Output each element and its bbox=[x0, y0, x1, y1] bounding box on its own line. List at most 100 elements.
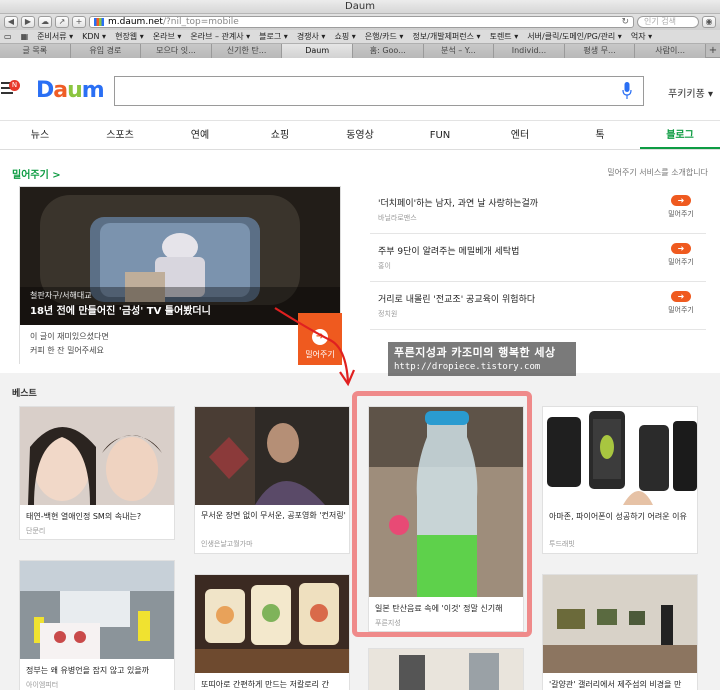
browser-tab[interactable]: Daum bbox=[282, 44, 353, 58]
browser-search-input[interactable]: 인기 검색 bbox=[637, 16, 699, 28]
arrow-right-icon: ➜ bbox=[671, 195, 691, 206]
browser-tab[interactable]: 모으다 잇... bbox=[141, 44, 212, 58]
logo-letter-a: a bbox=[53, 78, 68, 103]
reload-icon[interactable]: ↻ bbox=[621, 17, 629, 27]
browser-tab[interactable]: 유입 경로 bbox=[70, 44, 142, 58]
best-card[interactable]: 무서운 장면 없이 무서운, 공포영화 '컨저링' 인생은날고월가마 bbox=[194, 406, 350, 554]
browser-tab[interactable]: 글 목록 bbox=[0, 44, 71, 58]
push-item-button-label: 밀어주기 bbox=[668, 210, 694, 218]
browser-tab[interactable]: Individ... bbox=[494, 44, 565, 58]
card-title: 아마존, 파이어폰이 성공하기 어려운 이유 bbox=[549, 512, 687, 521]
card-title: 정부는 왜 유병언을 잡지 않고 있을까 bbox=[26, 666, 150, 675]
microphone-icon[interactable] bbox=[622, 82, 632, 100]
card-image bbox=[20, 561, 174, 659]
push-item-source: 홍이 bbox=[378, 262, 391, 270]
bookmark-item[interactable]: 온라브 – 관계사 ▾ bbox=[190, 31, 250, 42]
push-item-title[interactable]: 주부 9단이 알려주는 메밀베개 세탁법 bbox=[378, 244, 519, 257]
icloud-tabs-icon[interactable]: ☁ bbox=[38, 16, 52, 28]
address-bar[interactable]: m.daum.net/?nil_top=mobile ↻ bbox=[89, 16, 634, 28]
card-image bbox=[543, 575, 697, 673]
content-area: 밀어주기 > 밀어주기 서비스를 소개합니다 철판자구/서해대교 18년 전에 … bbox=[0, 150, 720, 690]
push-item-button[interactable]: ➜ 밀어주기 bbox=[666, 243, 696, 267]
logo-letter-m: m bbox=[81, 78, 105, 103]
card-image bbox=[20, 407, 174, 505]
push-item-source: 바닐라로맨스 bbox=[378, 214, 417, 222]
back-button[interactable]: ◀ bbox=[4, 16, 18, 28]
nav-tab[interactable]: FUN bbox=[400, 121, 480, 149]
daum-search-input[interactable] bbox=[114, 76, 644, 106]
push-list-item[interactable]: 주부 9단이 알려주는 메밀베개 세탁법홍이 ➜ 밀어주기 bbox=[370, 234, 706, 282]
add-tab-icon[interactable]: + bbox=[706, 44, 720, 57]
bookmark-item[interactable]: 온라브 ▾ bbox=[153, 31, 182, 42]
push-item-source: 정치원 bbox=[378, 310, 398, 318]
notification-badge: N bbox=[9, 80, 20, 91]
feature-push-text-2: 커피 한 잔 밀어주세요 bbox=[30, 346, 104, 355]
best-card[interactable]: 아마존, 파이어폰이 성공하기 어려운 이유 투드래빗 bbox=[542, 406, 698, 554]
push-item-button-label: 밀어주기 bbox=[668, 258, 694, 266]
push-item-button[interactable]: ➜ 밀어주기 bbox=[666, 291, 696, 315]
best-card[interactable] bbox=[368, 648, 524, 690]
push-item-button-label: 밀어주기 bbox=[668, 306, 694, 314]
blog-watermark: 푸른지성과 카조미의 행복한 세상 http://dropiece.tistor… bbox=[388, 342, 576, 376]
best-card[interactable]: '갈양관' 갤러리에서 제주섬의 비경을 만 bbox=[542, 574, 698, 690]
bookmark-item[interactable]: 준비서류 ▾ bbox=[37, 31, 73, 42]
user-menu[interactable]: 푸키키퐁 ▾ bbox=[668, 85, 713, 100]
browser-tab[interactable]: 분석 – Y... bbox=[423, 44, 495, 58]
card-source: 단문리 bbox=[26, 527, 46, 535]
url-path: /?nil_top=mobile bbox=[162, 17, 239, 27]
best-section-title: 베스트 bbox=[12, 389, 37, 399]
nav-tab[interactable]: 블로그 bbox=[640, 121, 720, 149]
bookmark-item[interactable]: 정보/개발제퍼런스 ▾ bbox=[412, 31, 480, 42]
browser-tab[interactable]: 평생 무... bbox=[564, 44, 636, 58]
daum-page: N Daum 푸키키퐁 ▾ 뉴스 스포츠 연예 쇼핑 동영상 FUN 엔터 톡 블로그 밀어주기… bbox=[0, 58, 720, 690]
nav-tab[interactable]: 톡 bbox=[560, 121, 640, 149]
new-tab-button[interactable]: + bbox=[72, 16, 86, 28]
daum-logo[interactable]: Daum bbox=[36, 78, 105, 103]
push-item-title[interactable]: 거리로 내몰린 '전교조' 공교육이 위험하다 bbox=[378, 292, 535, 305]
site-favicon-icon bbox=[94, 18, 104, 26]
bookmark-item[interactable]: 경쟁사 ▾ bbox=[297, 31, 326, 42]
feature-headline[interactable]: 18년 전에 만들어진 '금성' TV 틀어봤더니 bbox=[30, 302, 211, 317]
card-title: 또띠아로 간편하게 만드는 저칼로리 간 bbox=[201, 680, 329, 689]
push-item-title[interactable]: '더치페이'하는 남자, 과연 날 사랑하는걸까 bbox=[378, 196, 538, 209]
forward-button[interactable]: ▶ bbox=[21, 16, 35, 28]
bookmark-item[interactable]: 억자 ▾ bbox=[631, 31, 652, 42]
bookmark-item[interactable]: ▦ bbox=[21, 32, 29, 41]
card-source: 투드래빗 bbox=[549, 540, 575, 548]
arrow-right-icon: ➜ bbox=[671, 243, 691, 254]
push-list-item[interactable]: '더치페이'하는 남자, 과연 날 사랑하는걸까바닐라로맨스 ➜ 밀어주기 bbox=[370, 186, 706, 234]
browser-tab[interactable]: 홈: Goo... bbox=[352, 44, 424, 58]
best-card[interactable]: 또띠아로 간편하게 만드는 저칼로리 간 bbox=[194, 574, 350, 690]
card-source: 아이엠피터 bbox=[26, 681, 59, 689]
nav-tab[interactable]: 엔터 bbox=[480, 121, 560, 149]
push-section-title[interactable]: 밀어주기 > bbox=[12, 166, 61, 181]
nav-tab[interactable]: 동영상 bbox=[320, 121, 400, 149]
push-item-button[interactable]: ➜ 밀어주기 bbox=[666, 195, 696, 219]
bookmark-item[interactable]: 토렌트 ▾ bbox=[490, 31, 519, 42]
window-titlebar: Daum bbox=[0, 0, 720, 14]
nav-tab[interactable]: 스포츠 bbox=[80, 121, 160, 149]
logo-letter-u: u bbox=[67, 78, 83, 103]
best-card[interactable]: 정부는 왜 유병언을 잡지 않고 있을까 아이엠피터 bbox=[19, 560, 175, 690]
push-intro-link[interactable]: 밀어주기 서비스를 소개합니다 bbox=[607, 167, 708, 178]
nav-tab[interactable]: 연예 bbox=[160, 121, 240, 149]
share-button[interactable]: ↗ bbox=[55, 16, 69, 28]
nav-tab[interactable]: 쇼핑 bbox=[240, 121, 320, 149]
browser-tab[interactable]: 신기한 탄... bbox=[211, 44, 283, 58]
profile-icon[interactable]: ◉ bbox=[702, 16, 716, 28]
bookmark-item[interactable]: 블로그 ▾ bbox=[259, 31, 288, 42]
bookmark-item[interactable]: ▭ bbox=[4, 32, 12, 41]
bookmark-item[interactable]: 은행/카드 ▾ bbox=[365, 31, 404, 42]
card-image bbox=[195, 575, 349, 673]
bookmark-item[interactable]: 서버/클릭/도메인/PG/관리 ▾ bbox=[527, 31, 622, 42]
best-card[interactable]: 태연-백현 열애인정 SM의 속내는? 단문리 bbox=[19, 406, 175, 540]
push-list-item[interactable]: 거리로 내몰린 '전교조' 공교육이 위험하다정치원 ➜ 밀어주기 bbox=[370, 282, 706, 330]
tab-bar: 글 목록 유입 경로 모으다 잇... 신기한 탄... Daum 홈: Goo... 분석… bbox=[0, 44, 720, 58]
nav-tab[interactable]: 뉴스 bbox=[0, 121, 80, 149]
browser-tab[interactable]: 사람이... bbox=[635, 44, 706, 58]
card-image bbox=[543, 407, 697, 505]
bookmark-item[interactable]: 현장웹 ▾ bbox=[115, 31, 144, 42]
url-domain: m.daum.net bbox=[108, 17, 163, 27]
bookmark-item[interactable]: KDN ▾ bbox=[82, 32, 106, 41]
bookmark-item[interactable]: 쇼핑 ▾ bbox=[334, 31, 355, 42]
